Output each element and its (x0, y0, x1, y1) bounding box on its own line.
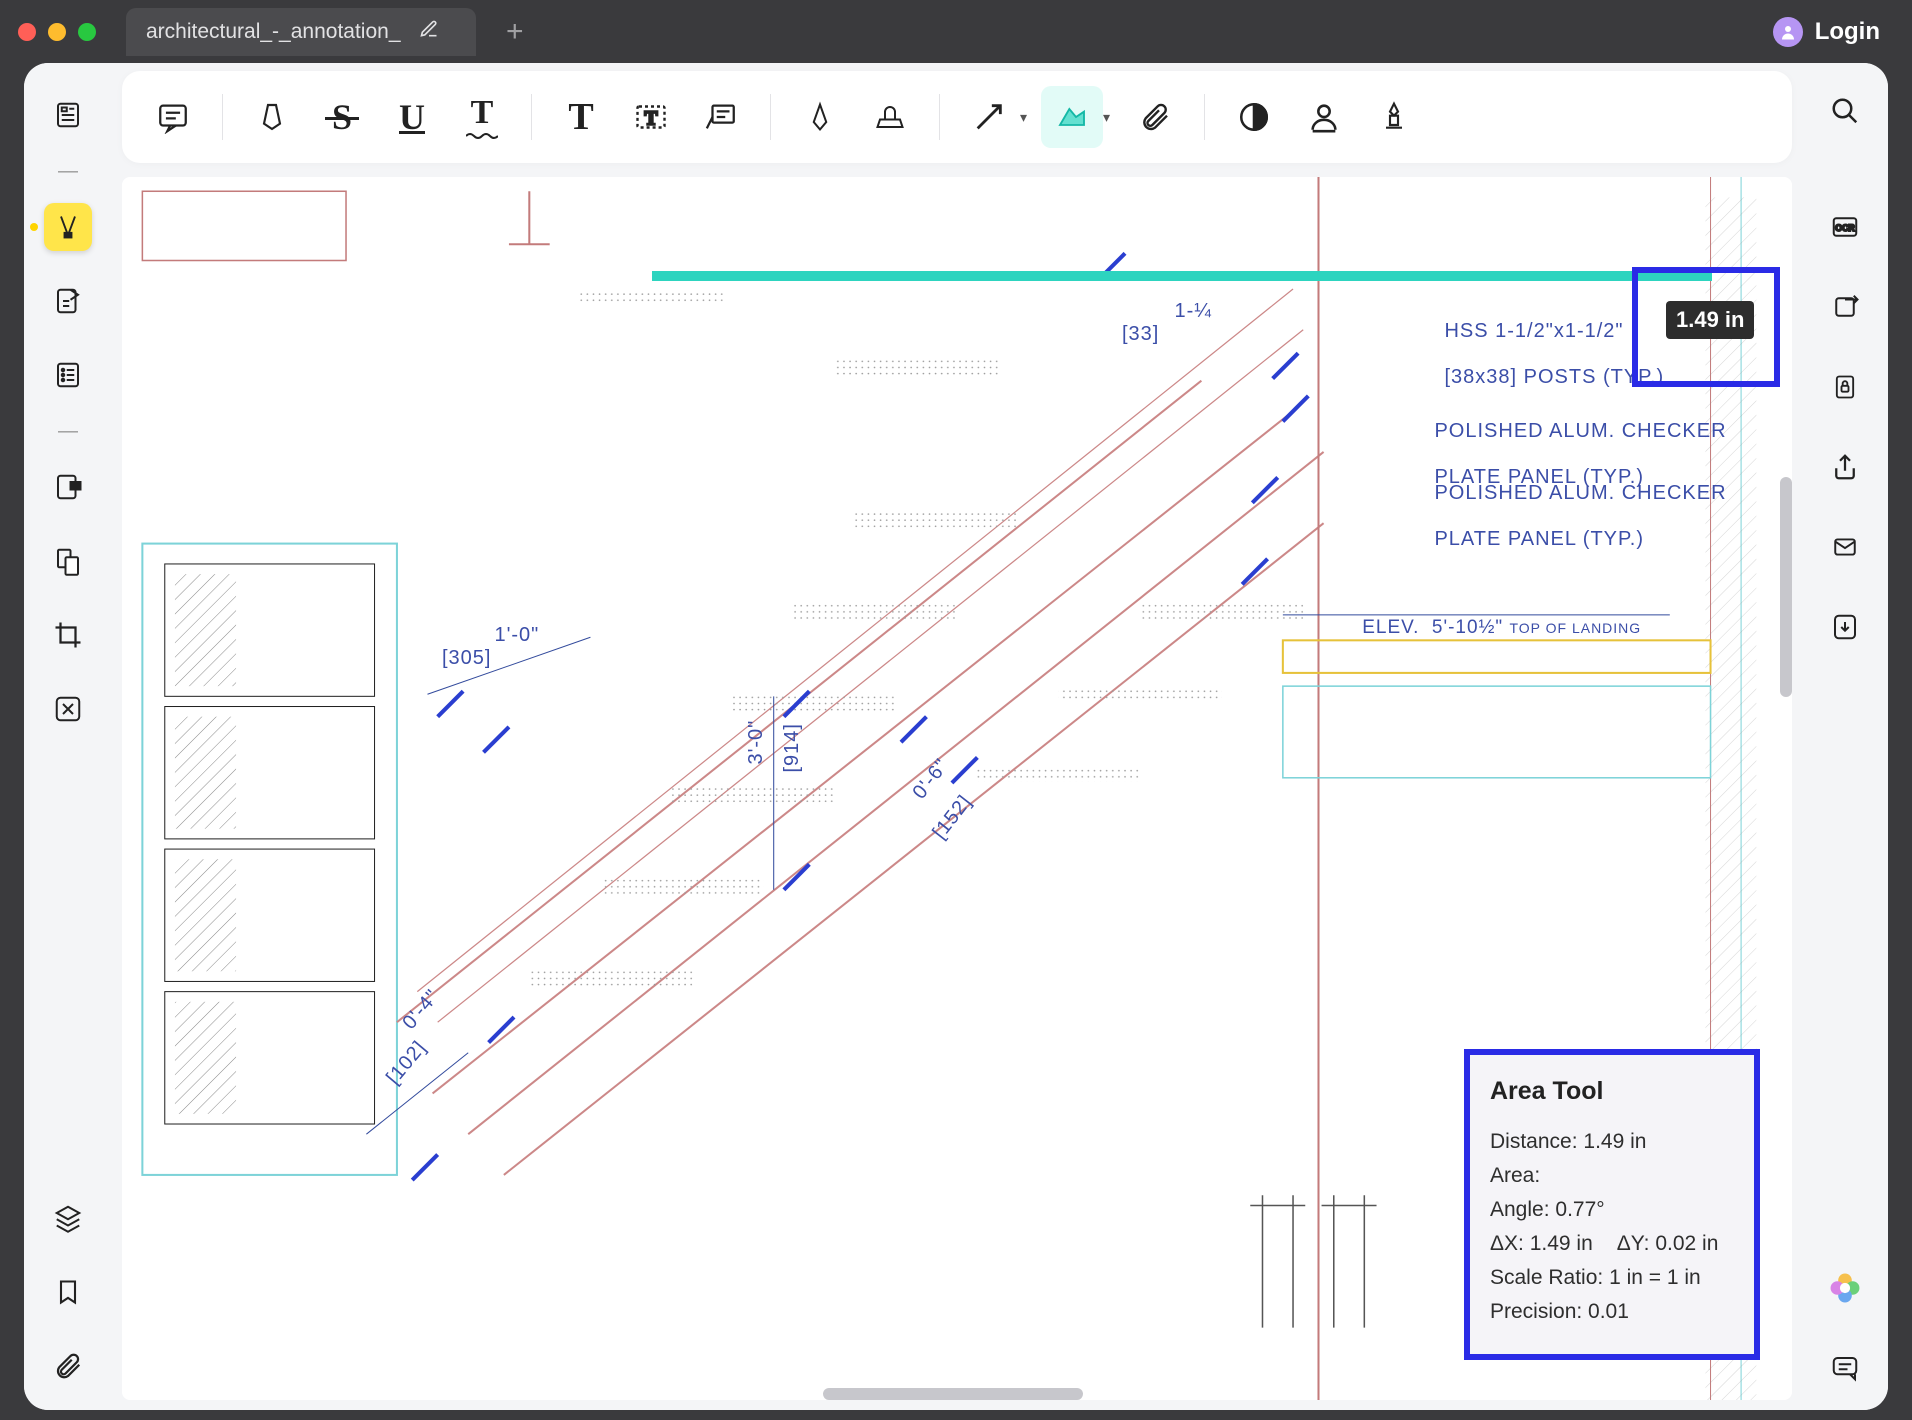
vertical-scrollbar[interactable] (1780, 477, 1792, 697)
annotation-toolbar: S U T T T ▾ ▾ (122, 71, 1792, 163)
toolbar-separator (939, 94, 940, 140)
dim-914: [914] (758, 723, 827, 825)
callout-posts: HSS 1-1/2"x1-1/2" [38x38] POSTS (TYP.) (1392, 297, 1664, 412)
login-label: Login (1815, 18, 1880, 46)
signature-icon[interactable] (1293, 86, 1355, 148)
underline-icon[interactable]: U (381, 86, 443, 148)
text-icon[interactable]: T (550, 86, 612, 148)
chevron-down-icon[interactable]: ▾ (1020, 109, 1027, 126)
area-distance: Distance: 1.49 in (1490, 1130, 1734, 1154)
annotations-icon[interactable] (44, 203, 92, 251)
chevron-down-icon[interactable]: ▾ (1103, 109, 1110, 126)
note-icon[interactable] (142, 86, 204, 148)
avatar-icon (1773, 17, 1803, 47)
dim-1ft: 1'-0"[305] (442, 601, 539, 693)
title-bar: architectural_-_annotation_ + Login (0, 0, 1912, 63)
pen-icon[interactable] (789, 86, 851, 148)
compare-icon[interactable] (44, 685, 92, 733)
toolbar-separator (1204, 94, 1205, 140)
dim-frac: 1-¼[33] (1122, 277, 1212, 369)
email-icon[interactable] (1821, 523, 1869, 571)
divider: — (58, 165, 78, 177)
brand-flower-icon[interactable] (1821, 1264, 1869, 1312)
area-scale: Scale Ratio: 1 in = 1 in (1490, 1266, 1734, 1290)
attachment-icon[interactable] (1124, 86, 1186, 148)
shape-icon[interactable] (1223, 86, 1285, 148)
measurement-badge: 1.49 in (1666, 301, 1754, 339)
window-controls (18, 23, 96, 41)
tab-title: architectural_-_annotation_ (146, 20, 401, 44)
strikethrough-icon[interactable]: S (311, 86, 373, 148)
ocr-icon[interactable]: OCR (1821, 203, 1869, 251)
toolbar-separator (531, 94, 532, 140)
area-angle: Angle: 0.77° (1490, 1198, 1734, 1222)
active-indicator (30, 223, 38, 231)
horizontal-scrollbar[interactable] (823, 1388, 1083, 1400)
edit-icon[interactable] (419, 19, 439, 45)
attachments-icon[interactable] (44, 1342, 92, 1390)
text-box-icon[interactable]: T (620, 86, 682, 148)
lock-icon[interactable] (1821, 363, 1869, 411)
search-icon[interactable] (1821, 87, 1869, 135)
document-tab[interactable]: architectural_-_annotation_ (126, 8, 476, 56)
callout-plate-2: POLISHED ALUM. CHECKER PLATE PANEL (TYP.… (1382, 459, 1727, 574)
highlighter-icon[interactable] (241, 86, 303, 148)
divider: — (58, 425, 78, 437)
crop-icon[interactable] (44, 611, 92, 659)
area-tool-icon[interactable] (1041, 86, 1103, 148)
area-tool-panel: Area Tool Distance: 1.49 in Area: Angle:… (1464, 1049, 1760, 1360)
new-tab-button[interactable]: + (506, 15, 524, 49)
stamp2-icon[interactable] (1363, 86, 1425, 148)
rotate-icon[interactable] (1821, 283, 1869, 331)
svg-text:OCR: OCR (1835, 223, 1855, 233)
thumbnails-icon[interactable] (44, 91, 92, 139)
arrow-icon[interactable] (958, 86, 1020, 148)
elevation-label: ELEV. 5'-10½" TOP OF LANDING (1312, 595, 1641, 661)
toolbar-separator (770, 94, 771, 140)
layers-icon[interactable] (44, 1194, 92, 1242)
window-minimize-button[interactable] (48, 23, 66, 41)
measurement-badge-highlight: 1.49 in (1632, 267, 1780, 387)
area-area: Area: (1490, 1164, 1734, 1188)
window-zoom-button[interactable] (78, 23, 96, 41)
properties-icon[interactable] (44, 463, 92, 511)
document-canvas[interactable]: HSS 1-1/2"x1-1/2" [38x38] POSTS (TYP.) P… (122, 177, 1792, 1400)
area-precision: Precision: 0.01 (1490, 1300, 1734, 1324)
toolbar-separator (222, 94, 223, 140)
area-tool-title: Area Tool (1490, 1077, 1734, 1106)
redaction-icon[interactable] (44, 537, 92, 585)
outline-icon[interactable] (44, 351, 92, 399)
squiggly-icon[interactable]: T (451, 86, 513, 148)
app-body: — — (24, 63, 1888, 1410)
callout-icon[interactable] (690, 86, 752, 148)
window-close-button[interactable] (18, 23, 36, 41)
bookmark-icon[interactable] (44, 1268, 92, 1316)
form-icon[interactable] (44, 277, 92, 325)
main-area: S U T T T ▾ ▾ (112, 63, 1802, 1410)
share-icon[interactable] (1821, 443, 1869, 491)
login-button[interactable]: Login (1773, 17, 1894, 47)
svg-text:T: T (644, 109, 657, 130)
stamp-icon[interactable] (859, 86, 921, 148)
chat-icon[interactable] (1821, 1344, 1869, 1392)
right-rail: OCR (1802, 63, 1888, 1410)
left-rail: — — (24, 63, 112, 1410)
area-deltas: ΔX: 1.49 in ΔY: 0.02 in (1490, 1232, 1734, 1256)
save-icon[interactable] (1821, 603, 1869, 651)
